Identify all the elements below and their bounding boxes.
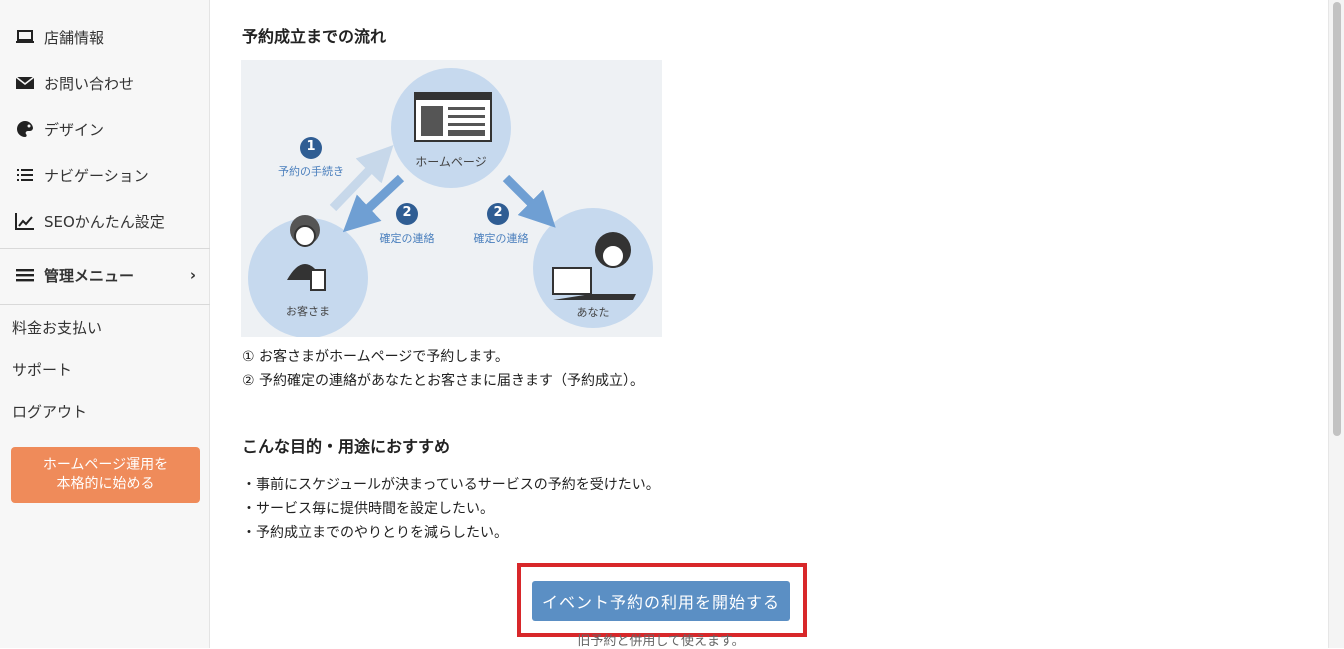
purpose-item: ・事前にスケジュールが決まっているサービスの予約を受けたい。: [242, 477, 660, 493]
start-operation-button[interactable]: ホームページ運用を 本格的に始める: [11, 447, 200, 503]
purpose-heading: こんな目的・用途におすすめ: [242, 437, 451, 456]
sidebar: 店舗情報 お問い合わせ デザイン ナビゲーション SEOかんたん設定 管理メニュ…: [0, 0, 210, 648]
sidebar-item-contact[interactable]: お問い合わせ: [0, 63, 210, 103]
flow-step-1: ① お客さまがホームページで予約します。: [242, 349, 509, 365]
sidebar-item-label: 店舗情報: [44, 28, 105, 47]
sidebar-link-billing[interactable]: 料金お支払い: [12, 317, 102, 338]
main-content: 予約成立までの流れ 1 2 2 ホームページ お客さま あなた 予約の手続き 確…: [211, 0, 1328, 649]
purpose-item: ・サービス毎に提供時間を設定したい。: [242, 501, 494, 517]
scrollbar-thumb[interactable]: [1333, 2, 1341, 436]
homepage-label: ホームページ: [415, 155, 487, 169]
admin-menu-toggle[interactable]: 管理メニュー ›: [0, 255, 210, 295]
sidebar-link-logout[interactable]: ログアウト: [12, 401, 87, 422]
hamburger-icon: [14, 266, 36, 284]
compatibility-note: 旧予約と併用して使えます。: [577, 634, 745, 649]
sidebar-item-navigation[interactable]: ナビゲーション: [0, 155, 210, 195]
step2-left-number-badge: 2: [402, 205, 412, 220]
chart-line-icon: [14, 212, 36, 230]
sidebar-item-label: デザイン: [44, 120, 105, 139]
admin-menu-label: 管理メニュー: [44, 266, 135, 285]
purpose-item: ・予約成立までのやりとりを減らしたい。: [242, 525, 508, 541]
sidebar-link-support[interactable]: サポート: [12, 359, 72, 380]
list-icon: [14, 166, 36, 184]
laptop-icon: [14, 28, 36, 46]
start-event-reservation-button[interactable]: イベント予約の利用を開始する: [532, 581, 790, 621]
customer-label: お客さま: [286, 305, 330, 318]
sidebar-item-label: ナビゲーション: [44, 166, 149, 185]
step2-left-label: 確定の連絡: [379, 232, 435, 245]
sidebar-item-store-info[interactable]: 店舗情報: [0, 17, 210, 57]
step1-number-badge: 1: [306, 139, 316, 154]
reservation-flow-illustration: 1 2 2 ホームページ お客さま あなた 予約の手続き 確定の連絡 確定の連絡: [241, 60, 662, 337]
sidebar-item-label: お問い合わせ: [44, 74, 135, 93]
sidebar-item-design[interactable]: デザイン: [0, 109, 210, 149]
step2-right-number-badge: 2: [493, 205, 503, 220]
envelope-icon: [14, 74, 36, 92]
palette-icon: [14, 120, 36, 138]
you-label: あなた: [576, 306, 610, 319]
flow-heading: 予約成立までの流れ: [242, 27, 387, 46]
chevron-right-icon: ›: [189, 266, 196, 284]
sidebar-item-seo[interactable]: SEOかんたん設定: [0, 201, 210, 241]
flow-step-2: ② 予約確定の連絡があなたとお客さまに届きます（予約成立）。: [242, 373, 644, 389]
sidebar-item-label: SEOかんたん設定: [44, 212, 165, 231]
divider: [0, 248, 210, 249]
divider: [0, 304, 210, 305]
step2-right-label: 確定の連絡: [473, 232, 529, 245]
step1-label: 予約の手続き: [278, 165, 344, 178]
vertical-scrollbar[interactable]: [1328, 0, 1344, 648]
